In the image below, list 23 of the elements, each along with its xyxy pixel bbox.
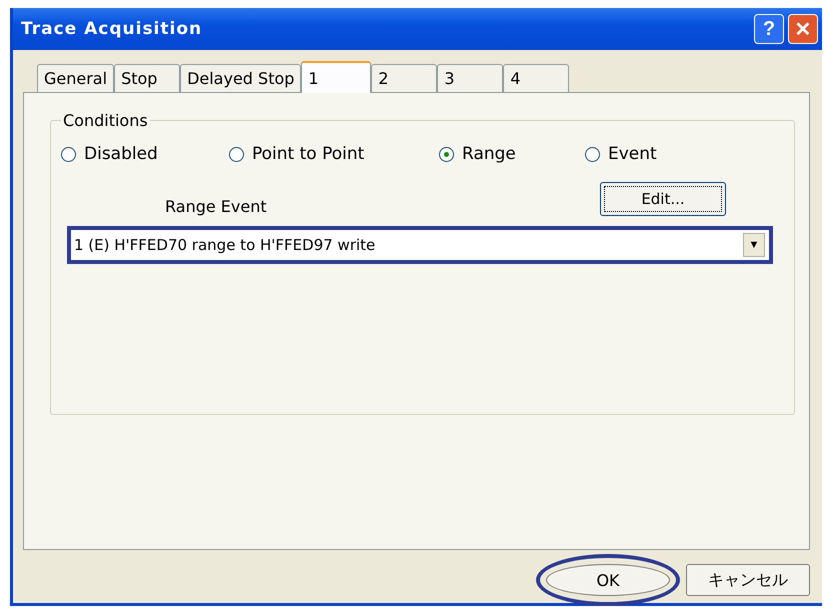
radio-button[interactable] (439, 146, 454, 162)
tab[interactable]: 3 (437, 64, 504, 92)
dropdown[interactable]: 1 (E) H'FFED70 range to H'FFED97 write ▼ (67, 226, 773, 264)
tab[interactable]: General (37, 64, 114, 92)
edit-button[interactable]: Edit... (600, 182, 726, 216)
field-label: Range Event (165, 197, 268, 216)
radio-button[interactable] (585, 146, 600, 162)
radio-button[interactable] (229, 146, 244, 162)
radio-option[interactable]: Point to Point (229, 144, 439, 164)
radio-button[interactable] (61, 146, 76, 162)
help-button[interactable]: ? (754, 14, 784, 44)
close-button[interactable]: ✕ (788, 14, 818, 44)
group-title: Conditions (62, 111, 149, 130)
tab[interactable]: 2 (371, 64, 438, 92)
radio-option[interactable]: Disabled (61, 144, 229, 164)
window-title: Trace Acquisition (21, 19, 204, 39)
tab[interactable]: 4 (503, 64, 570, 92)
cancel-button[interactable]: キャンセル (686, 564, 810, 596)
tab[interactable]: Delayed Stop (180, 64, 302, 92)
tab[interactable]: 1 (301, 61, 372, 93)
tab[interactable]: Stop (114, 64, 180, 92)
radio-option[interactable]: Range (439, 144, 585, 164)
radio-option[interactable]: Event (585, 144, 735, 164)
